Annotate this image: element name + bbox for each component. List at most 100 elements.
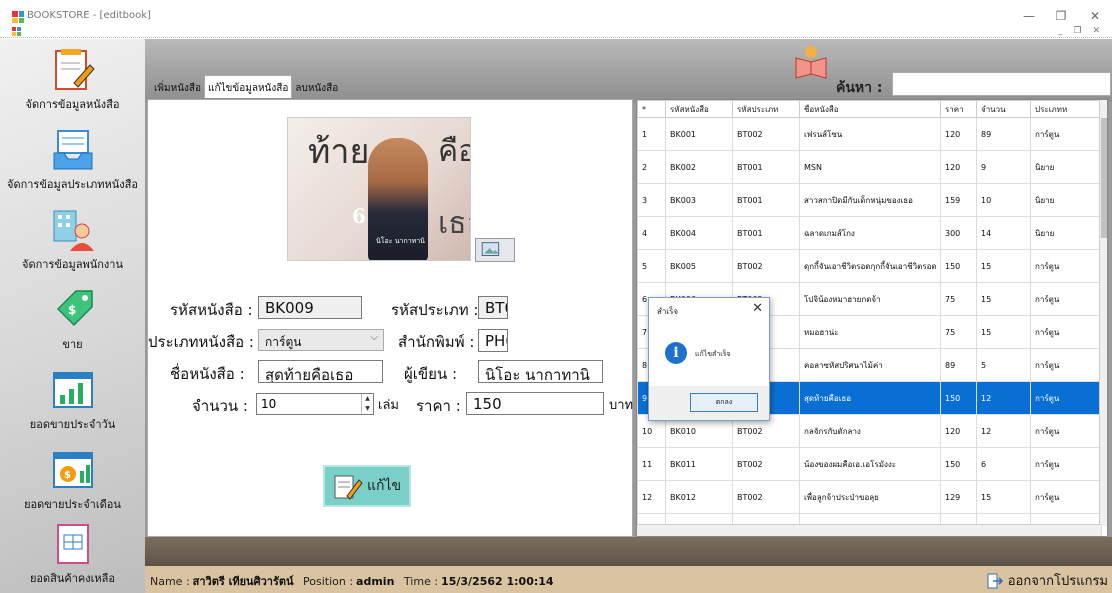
table-cell[interactable]: 10 bbox=[976, 183, 1031, 217]
table-cell[interactable]: BK003 bbox=[665, 183, 733, 217]
table-cell[interactable]: 11 bbox=[637, 447, 666, 481]
table-cell[interactable]: 120 bbox=[940, 117, 977, 151]
table-cell[interactable]: ฉลาดเกมส์โกง bbox=[799, 216, 941, 250]
table-cell[interactable]: นิยาย bbox=[1030, 216, 1102, 250]
vertical-scrollbar[interactable] bbox=[1099, 100, 1107, 526]
table-cell[interactable]: 89 bbox=[976, 117, 1031, 151]
restore-button[interactable]: ❐ bbox=[1050, 8, 1072, 24]
author-field[interactable]: นิโอะ นากาทานิ bbox=[478, 360, 603, 383]
table-cell[interactable]: BK012 bbox=[665, 480, 733, 514]
table-cell[interactable]: 2 bbox=[637, 150, 666, 184]
table-cell[interactable]: สุดท้ายคือเธอ bbox=[799, 381, 941, 415]
column-header[interactable]: รหัสหนังสือ bbox=[665, 100, 733, 118]
table-row[interactable]: 5 BK005 BT002 ดุกกี้จันเอาชีวิตรอดกุกกี้จัน… bbox=[637, 249, 1102, 283]
column-header[interactable]: ราคา bbox=[940, 100, 977, 118]
table-row[interactable]: 1 BK001 BT002 เฟรนส์โซน 120 89 การ์ตูน bbox=[637, 117, 1102, 151]
tab-add-book[interactable]: เพิ่มหนังสือ bbox=[151, 77, 204, 99]
mdi-child-icon[interactable] bbox=[12, 27, 21, 36]
table-cell[interactable]: 15 bbox=[976, 249, 1031, 283]
table-cell[interactable]: BT002 bbox=[732, 117, 800, 151]
quantity-stepper[interactable]: 10 ▲ ▼ bbox=[256, 393, 374, 415]
sidebar-item-manage-categories[interactable]: จัดการข้อมูลประเภทหนังสือ bbox=[0, 119, 145, 199]
table-cell[interactable]: การ์ตูน bbox=[1030, 480, 1102, 514]
table-cell[interactable]: 120 bbox=[940, 150, 977, 184]
price-field[interactable]: 150 bbox=[466, 392, 604, 415]
table-cell[interactable]: BK011 bbox=[665, 447, 733, 481]
sidebar-item-inventory[interactable]: ยอดสินค้าคงเหลือ bbox=[0, 513, 145, 593]
horizontal-scrollbar[interactable] bbox=[637, 524, 1101, 536]
tab-delete-book[interactable]: ลบหนังสือ bbox=[292, 77, 341, 99]
table-cell[interactable]: BT002 bbox=[732, 249, 800, 283]
table-cell[interactable]: การ์ตูน bbox=[1030, 282, 1102, 316]
table-cell[interactable]: การ์ตูน bbox=[1030, 249, 1102, 283]
table-cell[interactable]: 129 bbox=[940, 480, 977, 514]
table-cell[interactable]: BK001 bbox=[665, 117, 733, 151]
table-cell[interactable]: 89 bbox=[940, 348, 977, 382]
table-row[interactable]: 11 BK011 BT002 น้องของผมคือเอ.เอโรมังงะ 150 6… bbox=[637, 447, 1102, 481]
table-cell[interactable]: 120 bbox=[940, 414, 977, 448]
table-cell[interactable]: 15 bbox=[976, 480, 1031, 514]
table-cell[interactable]: 12 bbox=[976, 381, 1031, 415]
table-cell[interactable]: นิยาย bbox=[1030, 183, 1102, 217]
column-header[interactable]: จำนวน bbox=[976, 100, 1031, 118]
table-cell[interactable]: 300 bbox=[940, 216, 977, 250]
table-cell[interactable]: BT001 bbox=[732, 216, 800, 250]
table-row[interactable]: 2 BK002 BT001 MSN 120 9 นิยาย bbox=[637, 150, 1102, 184]
table-cell[interactable]: การ์ตูน bbox=[1030, 447, 1102, 481]
table-cell[interactable]: 12 bbox=[976, 414, 1031, 448]
table-cell[interactable]: การ์ตูน bbox=[1030, 117, 1102, 151]
table-cell[interactable]: BK002 bbox=[665, 150, 733, 184]
category-select[interactable]: การ์ตูน ⌵ bbox=[258, 329, 384, 351]
table-cell[interactable]: 159 bbox=[940, 183, 977, 217]
table-cell[interactable]: คอลาซหัสปริศนาไม้ค่า bbox=[799, 348, 941, 382]
exit-button[interactable]: ออกจากโปรแกรม bbox=[987, 570, 1108, 591]
table-cell[interactable]: BK005 bbox=[665, 249, 733, 283]
sidebar-item-manage-employees[interactable]: จัดการข้อมูลพนักงาน bbox=[0, 199, 145, 279]
table-row[interactable]: 12 BK012 BT002 เพื่อลูกจ้าประป่าขอลุย 129 15 ก… bbox=[637, 480, 1102, 514]
sidebar-item-daily-sales[interactable]: ยอดขายประจำวัน bbox=[0, 359, 145, 439]
table-cell[interactable]: 12 bbox=[637, 480, 666, 514]
table-cell[interactable]: 15 bbox=[976, 315, 1031, 349]
publisher-field[interactable]: PH004 bbox=[478, 329, 508, 352]
ok-button[interactable]: ตกลง bbox=[690, 393, 758, 412]
stepper-arrows-icon[interactable]: ▲ ▼ bbox=[361, 394, 373, 414]
table-cell[interactable]: BT001 bbox=[732, 183, 800, 217]
table-cell[interactable]: 4 bbox=[637, 216, 666, 250]
table-cell[interactable]: 9 bbox=[976, 150, 1031, 184]
table-cell[interactable]: 150 bbox=[940, 249, 977, 283]
table-cell[interactable]: หมอฮาน่ะ bbox=[799, 315, 941, 349]
column-header[interactable]: ประเภทห bbox=[1030, 100, 1102, 118]
table-cell[interactable]: 6 bbox=[976, 447, 1031, 481]
table-cell[interactable]: 75 bbox=[940, 315, 977, 349]
column-header[interactable]: ชื่อหนังสือ bbox=[799, 100, 941, 118]
sidebar-item-manage-books[interactable]: จัดการข้อมูลหนังสือ bbox=[0, 39, 145, 119]
tab-edit-book[interactable]: แก้ไขข้อมูลหนังสือ bbox=[204, 75, 293, 98]
table-cell[interactable]: BT001 bbox=[732, 150, 800, 184]
table-cell[interactable]: เฟรนส์โซน bbox=[799, 117, 941, 151]
table-cell[interactable]: 75 bbox=[940, 282, 977, 316]
table-cell[interactable]: BT002 bbox=[732, 447, 800, 481]
table-cell[interactable]: นิยาย bbox=[1030, 150, 1102, 184]
table-cell[interactable]: 150 bbox=[940, 381, 977, 415]
book-id-field[interactable]: BK009 bbox=[258, 296, 362, 319]
table-cell[interactable]: สาวสกาปิดมีกับเด็กหนุ่มของเธอ bbox=[799, 183, 941, 217]
sidebar-item-sell[interactable]: $ ขาย bbox=[0, 279, 145, 359]
minimize-button[interactable]: — bbox=[1018, 8, 1040, 24]
table-cell[interactable]: 5 bbox=[976, 348, 1031, 382]
table-cell[interactable]: เพื่อลูกจ้าประป่าขอลุย bbox=[799, 480, 941, 514]
column-header[interactable]: รหัสประเภท bbox=[732, 100, 800, 118]
table-cell[interactable]: การ์ตูน bbox=[1030, 315, 1102, 349]
table-cell[interactable]: ดุกกี้จันเอาชีวิตรอดกุกกี้จันเอาชีวิตรอด bbox=[799, 249, 941, 283]
scroll-thumb[interactable] bbox=[1101, 118, 1107, 238]
table-row[interactable]: 3 BK003 BT001 สาวสกาปิดมีกับเด็กหนุ่มของเธอ… bbox=[637, 183, 1102, 217]
mdi-window-controls[interactable]: _ ❐ ✕ bbox=[1058, 26, 1104, 36]
table-cell[interactable]: การ์ตูน bbox=[1030, 414, 1102, 448]
type-id-field[interactable]: BT002 bbox=[478, 296, 508, 319]
table-cell[interactable]: MSN bbox=[799, 150, 941, 184]
table-cell[interactable]: 150 bbox=[940, 447, 977, 481]
book-name-field[interactable]: สุดท้ายคือเธอ bbox=[258, 360, 383, 383]
close-button[interactable]: ✕ bbox=[1084, 8, 1106, 24]
close-icon[interactable]: ✕ bbox=[752, 301, 763, 316]
search-input[interactable] bbox=[892, 72, 1111, 96]
table-cell[interactable]: การ์ตูน bbox=[1030, 348, 1102, 382]
